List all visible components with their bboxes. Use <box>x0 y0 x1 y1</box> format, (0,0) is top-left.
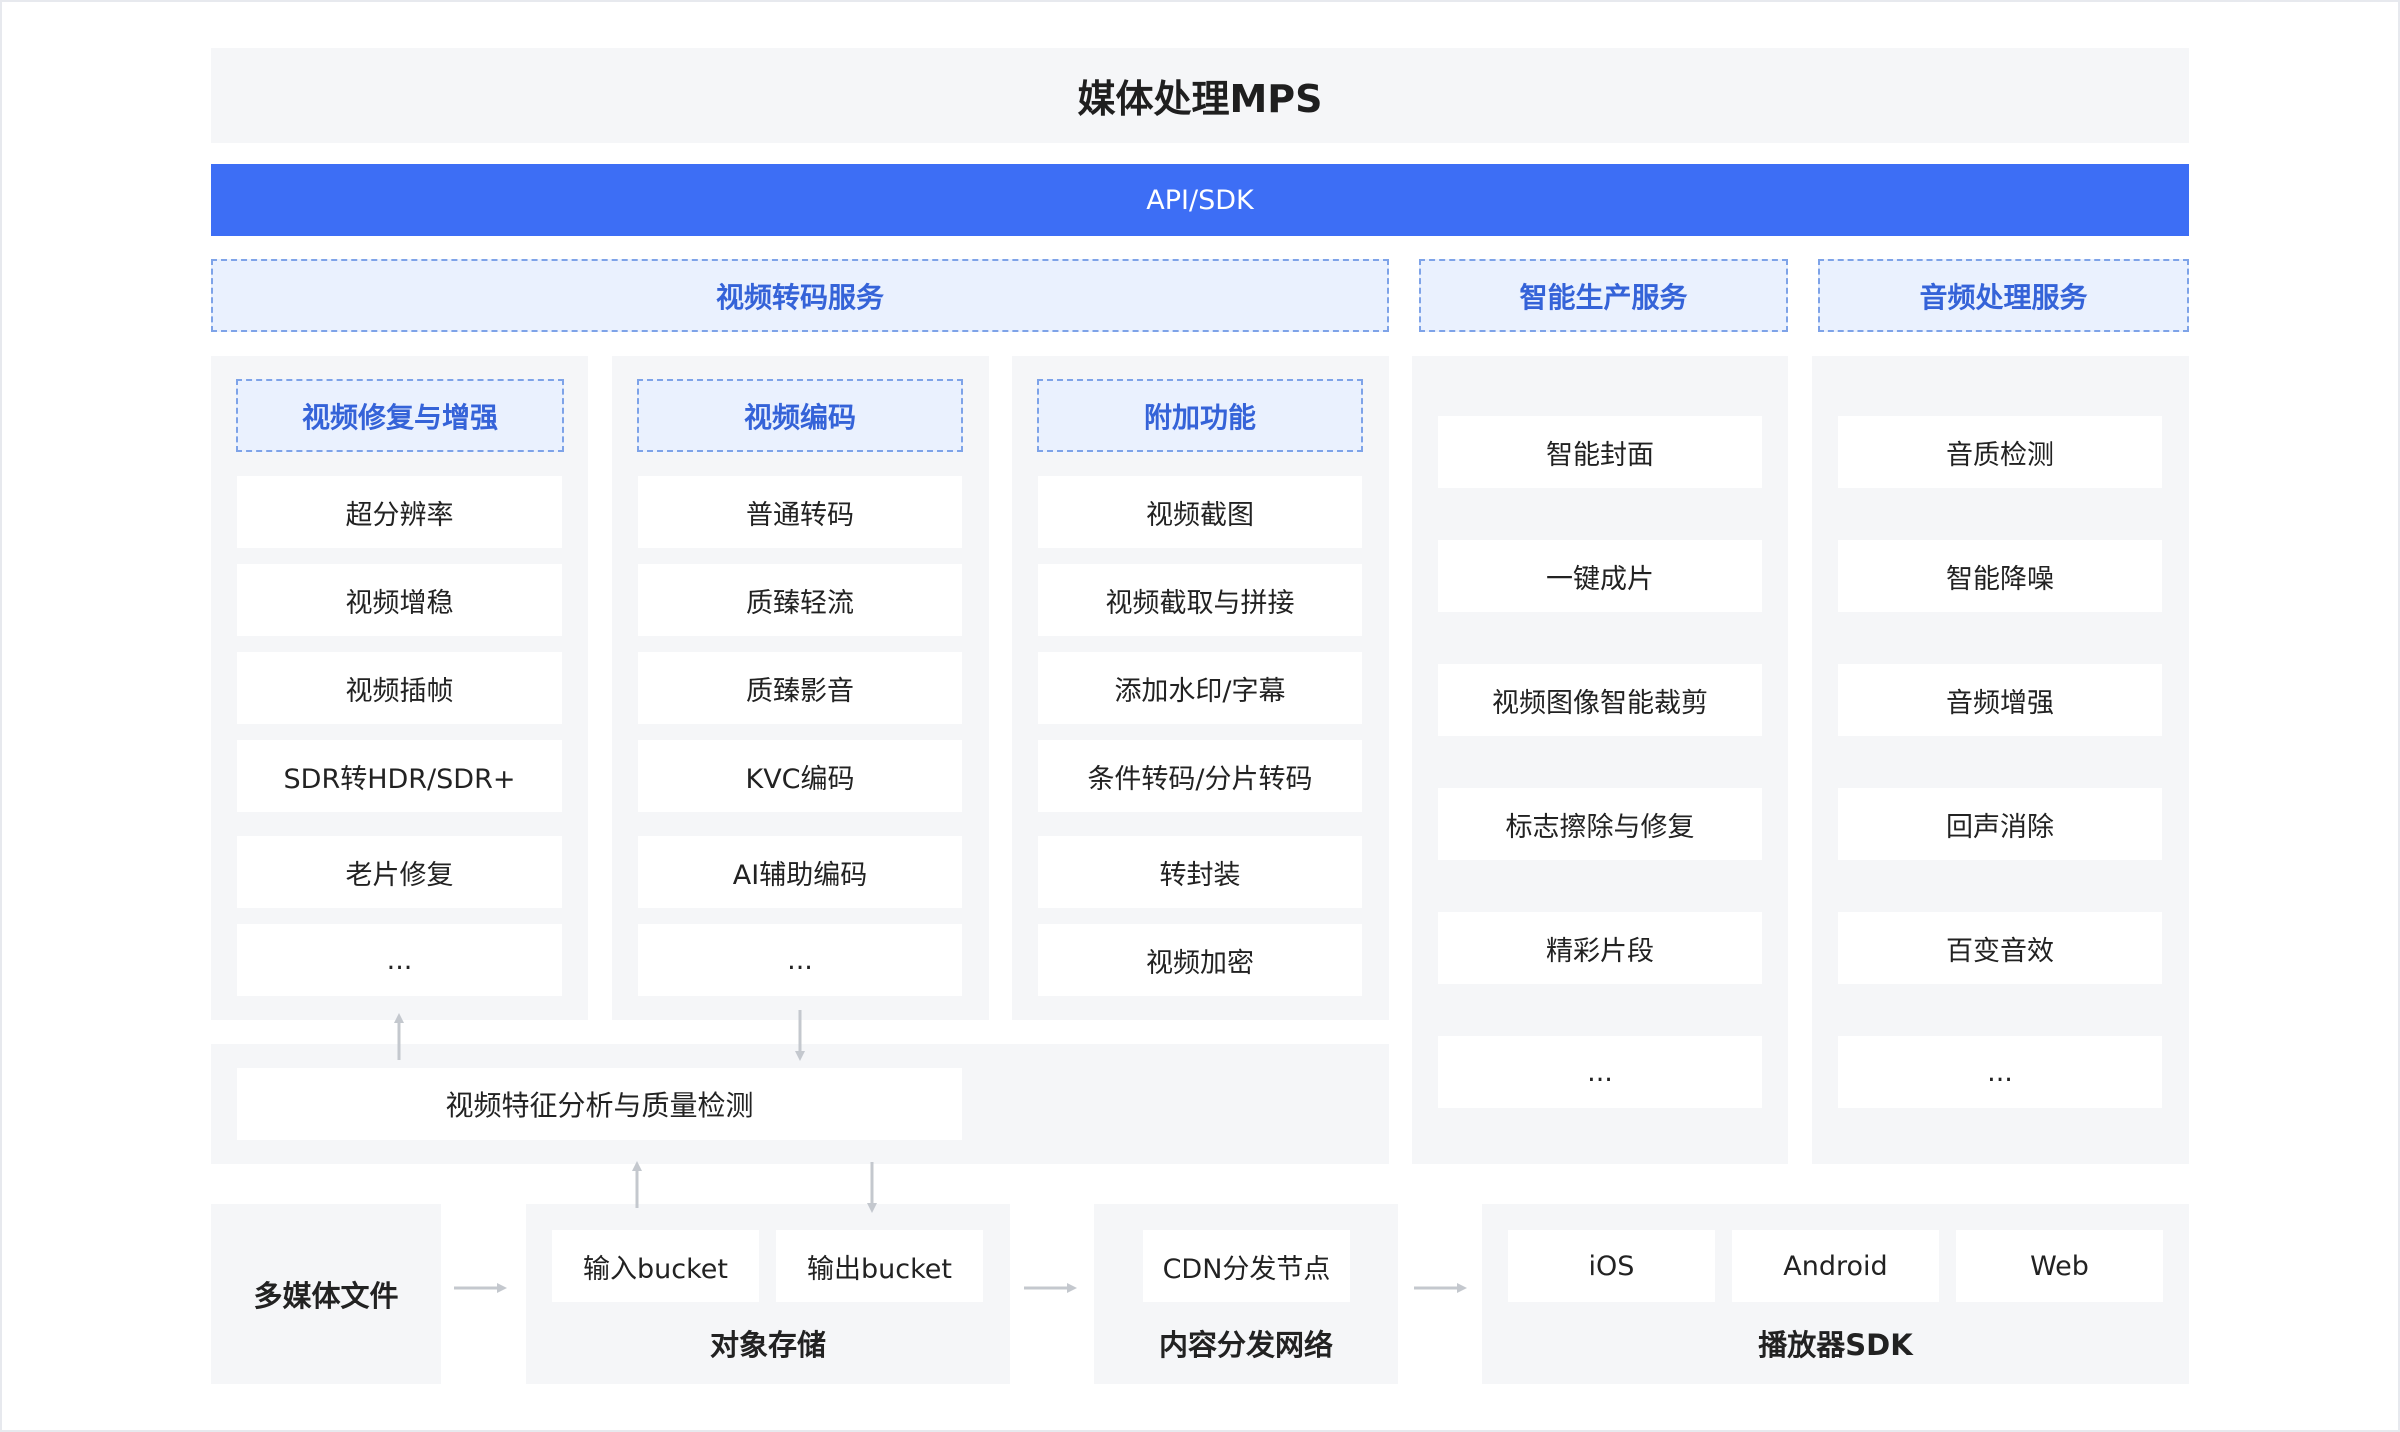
arrows-layer <box>394 1010 1467 1293</box>
